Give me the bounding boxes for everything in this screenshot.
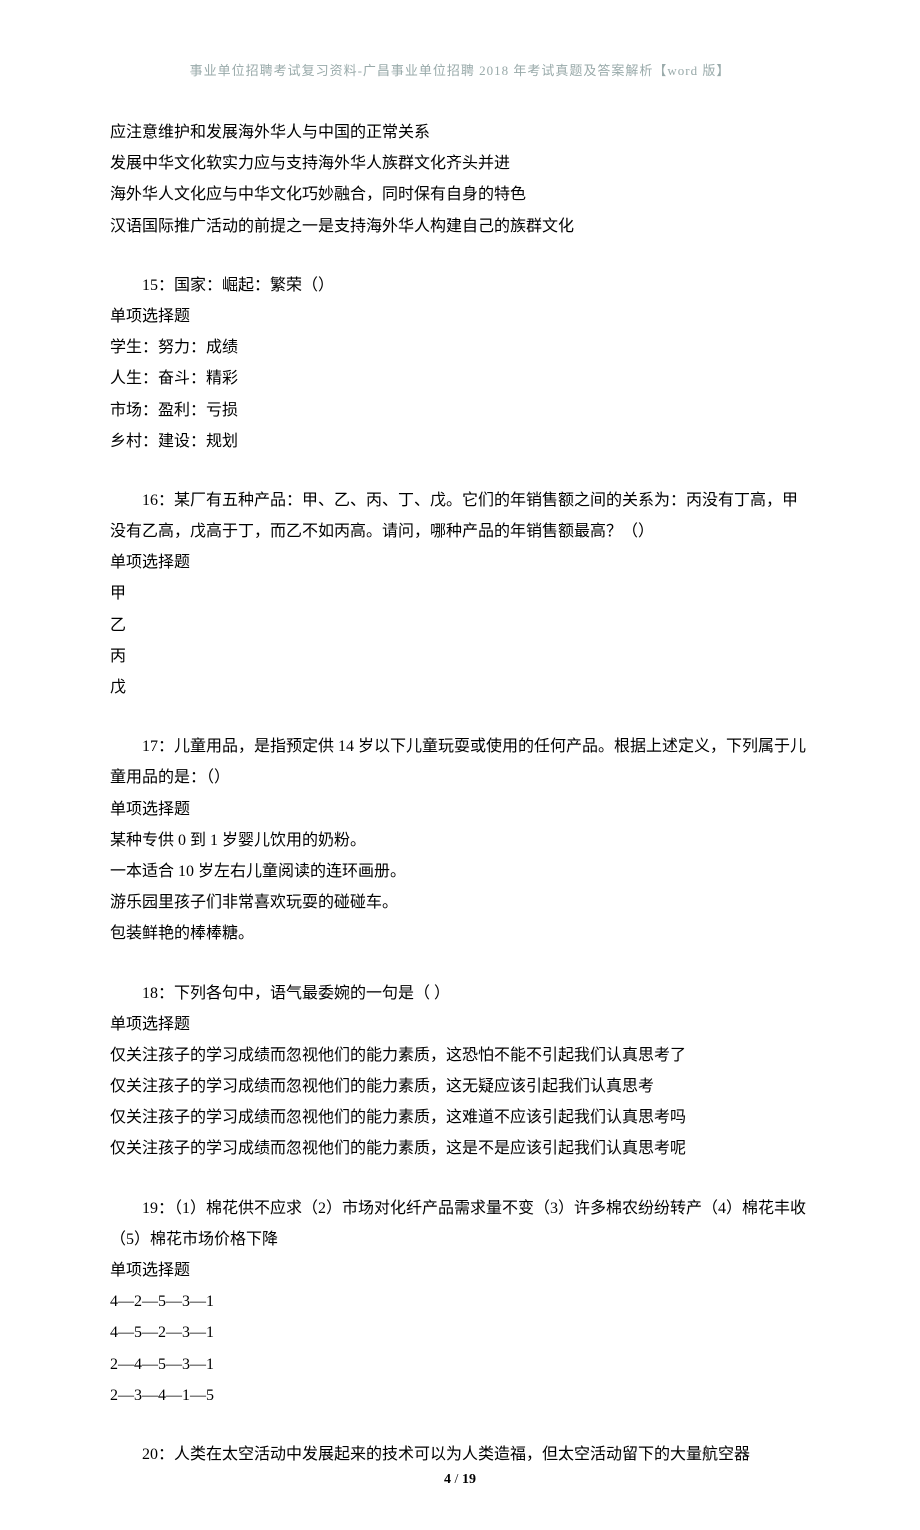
- option: 乡村：建设：规划: [110, 426, 810, 457]
- question-stem: 18：下列各句中，语气最委婉的一句是（ ）: [110, 978, 810, 1009]
- option: 汉语国际推广活动的前提之一是支持海外华人构建自己的族群文化: [110, 211, 810, 242]
- question-stem: 17：儿童用品，是指预定供 14 岁以下儿童玩耍或使用的任何产品。根据上述定义，…: [110, 731, 810, 793]
- question-16: 16：某厂有五种产品：甲、乙、丙、丁、戊。它们的年销售额之间的关系为：丙没有丁高…: [110, 485, 810, 703]
- question-stem: 16：某厂有五种产品：甲、乙、丙、丁、戊。它们的年销售额之间的关系为：丙没有丁高…: [110, 485, 810, 547]
- page-number-total: 19: [462, 1472, 476, 1487]
- option: 学生：努力：成绩: [110, 332, 810, 363]
- page-number-current: 4: [444, 1472, 451, 1487]
- option: 市场：盈利：亏损: [110, 395, 810, 426]
- option: 发展中华文化软实力应与支持海外华人族群文化齐头并进: [110, 148, 810, 179]
- question-18: 18：下列各句中，语气最委婉的一句是（ ） 单项选择题 仅关注孩子的学习成绩而忽…: [110, 978, 810, 1165]
- option: 一本适合 10 岁左右儿童阅读的连环画册。: [110, 856, 810, 887]
- option: 应注意维护和发展海外华人与中国的正常关系: [110, 117, 810, 148]
- question-20: 20：人类在太空活动中发展起来的技术可以为人类造福，但太空活动留下的大量航空器: [110, 1439, 810, 1470]
- option: 游乐园里孩子们非常喜欢玩耍的碰碰车。: [110, 887, 810, 918]
- question-type: 单项选择题: [110, 794, 810, 825]
- question-type: 单项选择题: [110, 547, 810, 578]
- question-stem: 20：人类在太空活动中发展起来的技术可以为人类造福，但太空活动留下的大量航空器: [110, 1439, 810, 1470]
- option: 海外华人文化应与中华文化巧妙融合，同时保有自身的特色: [110, 179, 810, 210]
- option: 仅关注孩子的学习成绩而忽视他们的能力素质，这无疑应该引起我们认真思考: [110, 1071, 810, 1102]
- option: 丙: [110, 641, 810, 672]
- question-type: 单项选择题: [110, 301, 810, 332]
- page-footer: 4 / 19: [110, 1472, 810, 1488]
- option: 2—4—5—3—1: [110, 1349, 810, 1380]
- option: 戊: [110, 672, 810, 703]
- option: 甲: [110, 578, 810, 609]
- question-stem: 19：（1）棉花供不应求（2）市场对化纤产品需求量不变（3）许多棉农纷纷转产（4…: [110, 1193, 810, 1255]
- option: 仅关注孩子的学习成绩而忽视他们的能力素质，这恐怕不能不引起我们认真思考了: [110, 1040, 810, 1071]
- option: 人生：奋斗：精彩: [110, 363, 810, 394]
- option: 仅关注孩子的学习成绩而忽视他们的能力素质，这是不是应该引起我们认真思考呢: [110, 1133, 810, 1164]
- question-17: 17：儿童用品，是指预定供 14 岁以下儿童玩耍或使用的任何产品。根据上述定义，…: [110, 731, 810, 949]
- option: 某种专供 0 到 1 岁婴儿饮用的奶粉。: [110, 825, 810, 856]
- question-type: 单项选择题: [110, 1255, 810, 1286]
- question-type: 单项选择题: [110, 1009, 810, 1040]
- option: 2—3—4—1—5: [110, 1380, 810, 1411]
- prev-question-options: 应注意维护和发展海外华人与中国的正常关系 发展中华文化软实力应与支持海外华人族群…: [110, 117, 810, 242]
- option: 仅关注孩子的学习成绩而忽视他们的能力素质，这难道不应该引起我们认真思考吗: [110, 1102, 810, 1133]
- page-header: 事业单位招聘考试复习资料-广昌事业单位招聘 2018 年考试真题及答案解析【wo…: [110, 60, 810, 79]
- option: 乙: [110, 610, 810, 641]
- page: 事业单位招聘考试复习资料-广昌事业单位招聘 2018 年考试真题及答案解析【wo…: [0, 0, 920, 1530]
- question-stem: 15：国家：崛起：繁荣（）: [110, 270, 810, 301]
- option: 包装鲜艳的棒棒糖。: [110, 918, 810, 949]
- option: 4—5—2—3—1: [110, 1317, 810, 1348]
- question-15: 15：国家：崛起：繁荣（） 单项选择题 学生：努力：成绩 人生：奋斗：精彩 市场…: [110, 270, 810, 457]
- content-body: 应注意维护和发展海外华人与中国的正常关系 发展中华文化软实力应与支持海外华人族群…: [110, 117, 810, 1470]
